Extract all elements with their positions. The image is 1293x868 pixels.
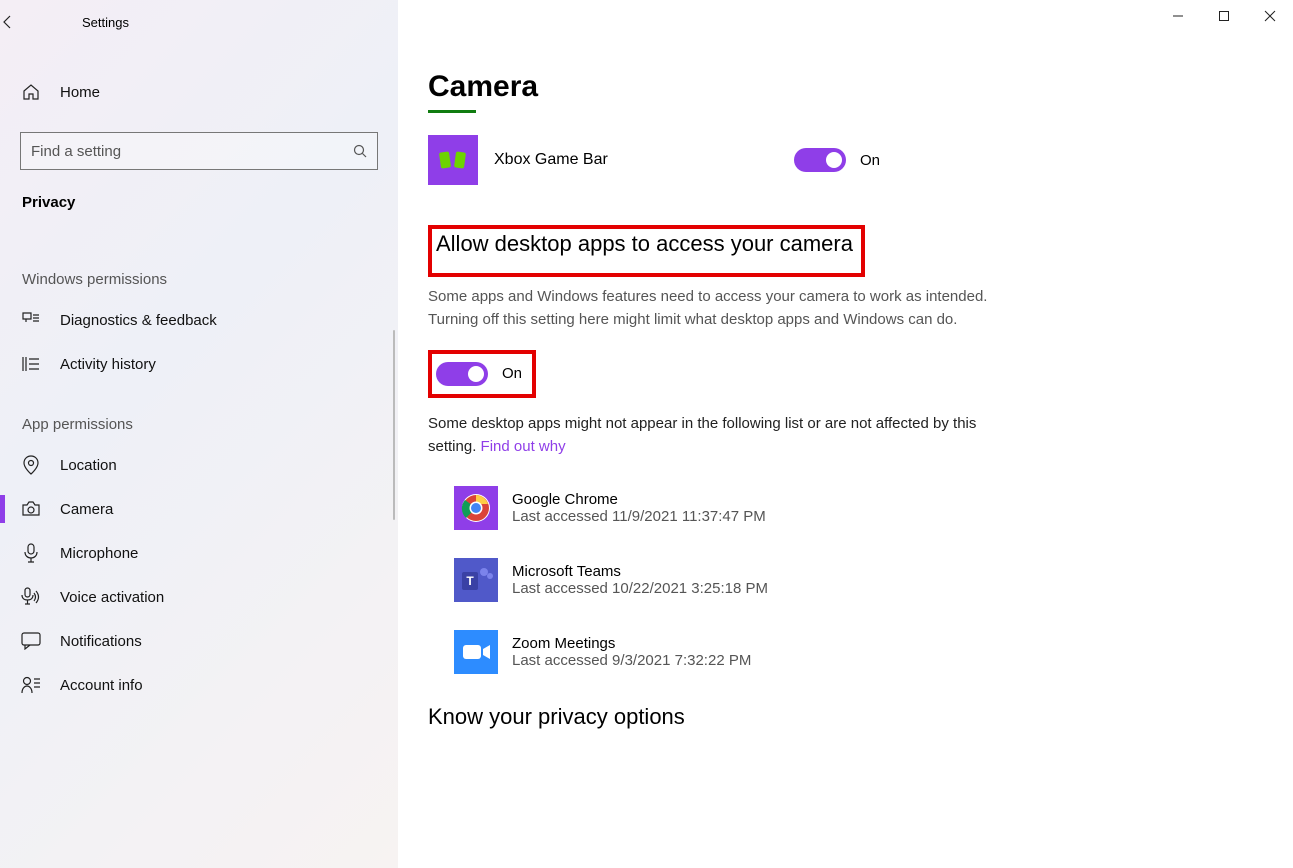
toggle-track <box>794 148 846 172</box>
sidebar-item-account[interactable]: Account info <box>0 663 398 707</box>
section-title-desktop: Allow desktop apps to access your camera <box>436 231 853 257</box>
desktop-camera-toggle[interactable]: On <box>436 362 522 386</box>
sidebar-item-label: Camera <box>60 501 113 518</box>
group-app-permissions: App permissions <box>0 386 398 443</box>
window-title: Settings <box>48 15 129 30</box>
page-title: Camera <box>428 70 1253 104</box>
sidebar-item-camera[interactable]: Camera <box>0 487 398 531</box>
camera-icon <box>20 498 42 520</box>
app-last-accessed: Last accessed 11/9/2021 11:37:47 PM <box>512 508 766 525</box>
sidebar-item-microphone[interactable]: Microphone <box>0 531 398 575</box>
feedback-icon <box>20 309 42 331</box>
sidebar-item-notifications[interactable]: Notifications <box>0 619 398 663</box>
desktop-app-zoom: Zoom Meetings Last accessed 9/3/2021 7:3… <box>428 630 1253 674</box>
app-row-xbox: Xbox Game Bar On <box>428 135 1253 185</box>
xbox-icon <box>428 135 478 185</box>
section-desc: Some apps and Windows features need to a… <box>428 285 988 332</box>
titlebar: Settings <box>0 0 1293 44</box>
sidebar-item-label: Microphone <box>60 545 138 562</box>
toggle-label: On <box>860 152 880 169</box>
app-name: Xbox Game Bar <box>494 151 794 169</box>
maximize-button[interactable] <box>1201 0 1247 32</box>
zoom-icon <box>454 630 498 674</box>
search-box[interactable] <box>20 132 378 170</box>
search-icon <box>353 144 367 158</box>
sidebar-home-label: Home <box>60 84 100 101</box>
group-windows-permissions: Windows permissions <box>0 241 398 298</box>
close-button[interactable] <box>1247 0 1293 32</box>
notifications-icon <box>20 630 42 652</box>
app-name: Zoom Meetings <box>512 635 751 652</box>
home-icon <box>20 81 42 103</box>
desktop-app-teams: T Microsoft Teams Last accessed 10/22/20… <box>428 558 1253 602</box>
app-last-accessed: Last accessed 10/22/2021 3:25:18 PM <box>512 580 768 597</box>
xbox-toggle[interactable]: On <box>794 148 880 172</box>
sidebar: Home Privacy Windows permissions Diagnos… <box>0 0 398 868</box>
footer-section-title: Know your privacy options <box>428 704 1253 730</box>
sidebar-item-label: Diagnostics & feedback <box>60 312 217 329</box>
sidebar-category: Privacy <box>0 184 398 241</box>
voice-icon <box>20 586 42 608</box>
app-name: Google Chrome <box>512 491 766 508</box>
sidebar-home[interactable]: Home <box>0 70 398 114</box>
chrome-icon <box>454 486 498 530</box>
sidebar-item-location[interactable]: Location <box>0 443 398 487</box>
back-button[interactable] <box>0 14 48 30</box>
sidebar-item-diagnostics[interactable]: Diagnostics & feedback <box>0 298 398 342</box>
sidebar-item-label: Notifications <box>60 633 142 650</box>
desktop-app-chrome: Google Chrome Last accessed 11/9/2021 11… <box>428 486 1253 530</box>
highlight-box-toggle: On <box>428 350 536 398</box>
search-input[interactable] <box>31 143 353 160</box>
account-icon <box>20 674 42 696</box>
desktop-note: Some desktop apps might not appear in th… <box>428 412 988 459</box>
teams-icon: T <box>454 558 498 602</box>
minimize-button[interactable] <box>1155 0 1201 32</box>
sidebar-item-label: Location <box>60 457 117 474</box>
find-out-why-link[interactable]: Find out why <box>481 438 566 455</box>
sidebar-item-voice[interactable]: Voice activation <box>0 575 398 619</box>
activity-icon <box>20 353 42 375</box>
sidebar-item-label: Voice activation <box>60 589 164 606</box>
sidebar-item-label: Account info <box>60 677 143 694</box>
highlight-box-title: Allow desktop apps to access your camera <box>428 225 865 277</box>
svg-text:T: T <box>466 574 474 588</box>
sidebar-item-label: Activity history <box>60 356 156 373</box>
app-last-accessed: Last accessed 9/3/2021 7:32:22 PM <box>512 652 751 669</box>
toggle-label: On <box>502 365 522 382</box>
location-icon <box>20 454 42 476</box>
microphone-icon <box>20 542 42 564</box>
content-area: Camera Xbox Game Bar On Allow desktop ap… <box>398 0 1293 868</box>
app-name: Microsoft Teams <box>512 563 768 580</box>
sidebar-item-activity[interactable]: Activity history <box>0 342 398 386</box>
title-underline <box>428 110 476 113</box>
toggle-track <box>436 362 488 386</box>
